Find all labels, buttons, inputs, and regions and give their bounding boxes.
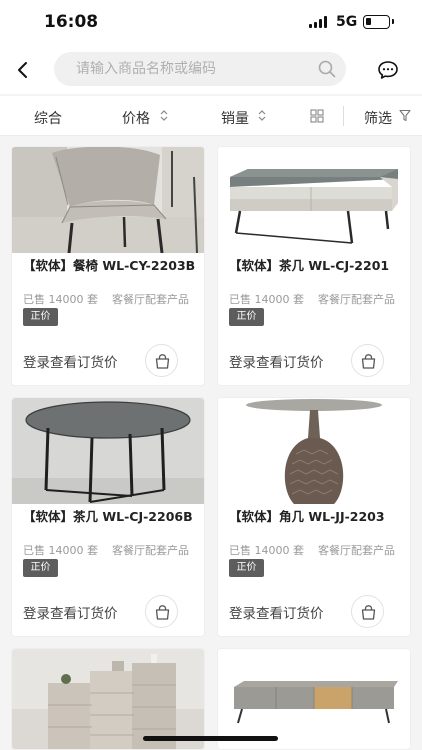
search-input[interactable] xyxy=(76,52,306,86)
network-label: 5G xyxy=(336,14,358,30)
price-badge: 正价 xyxy=(23,308,58,326)
sort-sales[interactable]: 销量 xyxy=(221,108,249,128)
product-title[interactable]: 【软体】角几 WL-JJ-2203 xyxy=(229,510,409,524)
filter-divider xyxy=(343,106,344,126)
sold-count: 已售 14000 套 xyxy=(229,293,304,306)
sort-price[interactable]: 价格 xyxy=(122,108,150,128)
shopping-bag-icon xyxy=(361,605,376,620)
chat-icon[interactable] xyxy=(377,60,399,80)
filter-bar: 综合 价格 销量 筛选 xyxy=(0,96,422,136)
product-meta: 已售 14000 套 客餐厅配套产品 xyxy=(23,542,189,558)
home-indicator xyxy=(143,736,278,741)
product-image-chair[interactable] xyxy=(12,147,205,253)
product-meta: 已售 14000 套 客餐厅配套产品 xyxy=(229,291,395,307)
login-price-link[interactable]: 登录查看订货价 xyxy=(229,351,324,371)
signal-icon xyxy=(309,16,329,28)
product-card[interactable]: 【软体】茶几 WL-CJ-2206B 已售 14000 套客餐厅配套产品 正价 … xyxy=(11,397,205,637)
grid-view-icon[interactable] xyxy=(310,109,324,123)
shopping-bag-icon xyxy=(155,354,170,369)
product-category: 客餐厅配套产品 xyxy=(318,293,395,306)
sort-arrows-icon[interactable] xyxy=(258,109,266,122)
product-image-tv-cabinet[interactable] xyxy=(218,649,411,750)
product-image-coffee-table[interactable] xyxy=(218,147,411,253)
add-to-cart-button[interactable] xyxy=(351,344,384,377)
product-card[interactable] xyxy=(11,648,205,750)
funnel-icon[interactable] xyxy=(399,109,411,122)
add-to-cart-button[interactable] xyxy=(351,595,384,628)
price-badge: 正价 xyxy=(229,559,264,577)
search-icon[interactable] xyxy=(318,60,336,78)
status-time: 16:08 xyxy=(44,12,99,32)
product-meta: 已售 14000 套 客餐厅配套产品 xyxy=(23,291,189,307)
product-card[interactable] xyxy=(217,648,411,750)
product-title[interactable]: 【软体】餐椅 WL-CY-2203B xyxy=(23,259,203,273)
sort-comprehensive[interactable]: 综合 xyxy=(34,108,62,128)
add-to-cart-button[interactable] xyxy=(145,595,178,628)
shopping-bag-icon xyxy=(361,354,376,369)
product-title[interactable]: 【软体】茶几 WL-CJ-2201 xyxy=(229,259,409,273)
product-category: 客餐厅配套产品 xyxy=(318,544,395,557)
product-card[interactable]: 【软体】茶几 WL-CJ-2201 已售 14000 套 客餐厅配套产品 正价 登… xyxy=(217,146,411,386)
product-category: 客餐厅配套产品 xyxy=(112,544,189,557)
product-meta: 已售 14000 套 客餐厅配套产品 xyxy=(229,542,395,558)
sold-count: 已售 14000 套 xyxy=(229,544,304,557)
sort-arrows-icon[interactable] xyxy=(160,109,168,122)
login-price-link[interactable]: 登录查看订货价 xyxy=(23,351,118,371)
price-badge: 正价 xyxy=(23,559,58,577)
product-image-round-table[interactable] xyxy=(12,398,205,504)
status-bar: 16:08 5G xyxy=(0,0,422,46)
product-title[interactable]: 【软体】茶几 WL-CJ-2206B xyxy=(23,510,203,524)
sold-count: 已售 14000 套 xyxy=(23,544,98,557)
login-price-link[interactable]: 登录查看订货价 xyxy=(229,602,324,622)
product-card[interactable]: 【软体】角几 WL-JJ-2203 已售 14000 套 客餐厅配套产品 正价 登… xyxy=(217,397,411,637)
nav-bar xyxy=(0,46,422,94)
product-card[interactable]: 【软体】餐椅 WL-CY-2203B 已售 14000 套客餐厅配套产品 正价 … xyxy=(11,146,205,386)
product-category: 客餐厅配套产品 xyxy=(112,293,189,306)
price-badge: 正价 xyxy=(229,308,264,326)
shopping-bag-icon xyxy=(155,605,170,620)
add-to-cart-button[interactable] xyxy=(145,344,178,377)
login-price-link[interactable]: 登录查看订货价 xyxy=(23,602,118,622)
search-bar[interactable] xyxy=(54,52,346,86)
back-arrow-icon[interactable] xyxy=(13,60,33,80)
product-image-side-table[interactable] xyxy=(218,398,411,504)
sold-count: 已售 14000 套 xyxy=(23,293,98,306)
battery-icon xyxy=(363,15,394,29)
product-image-cabinet[interactable] xyxy=(12,649,205,750)
filter-button[interactable]: 筛选 xyxy=(364,108,392,128)
